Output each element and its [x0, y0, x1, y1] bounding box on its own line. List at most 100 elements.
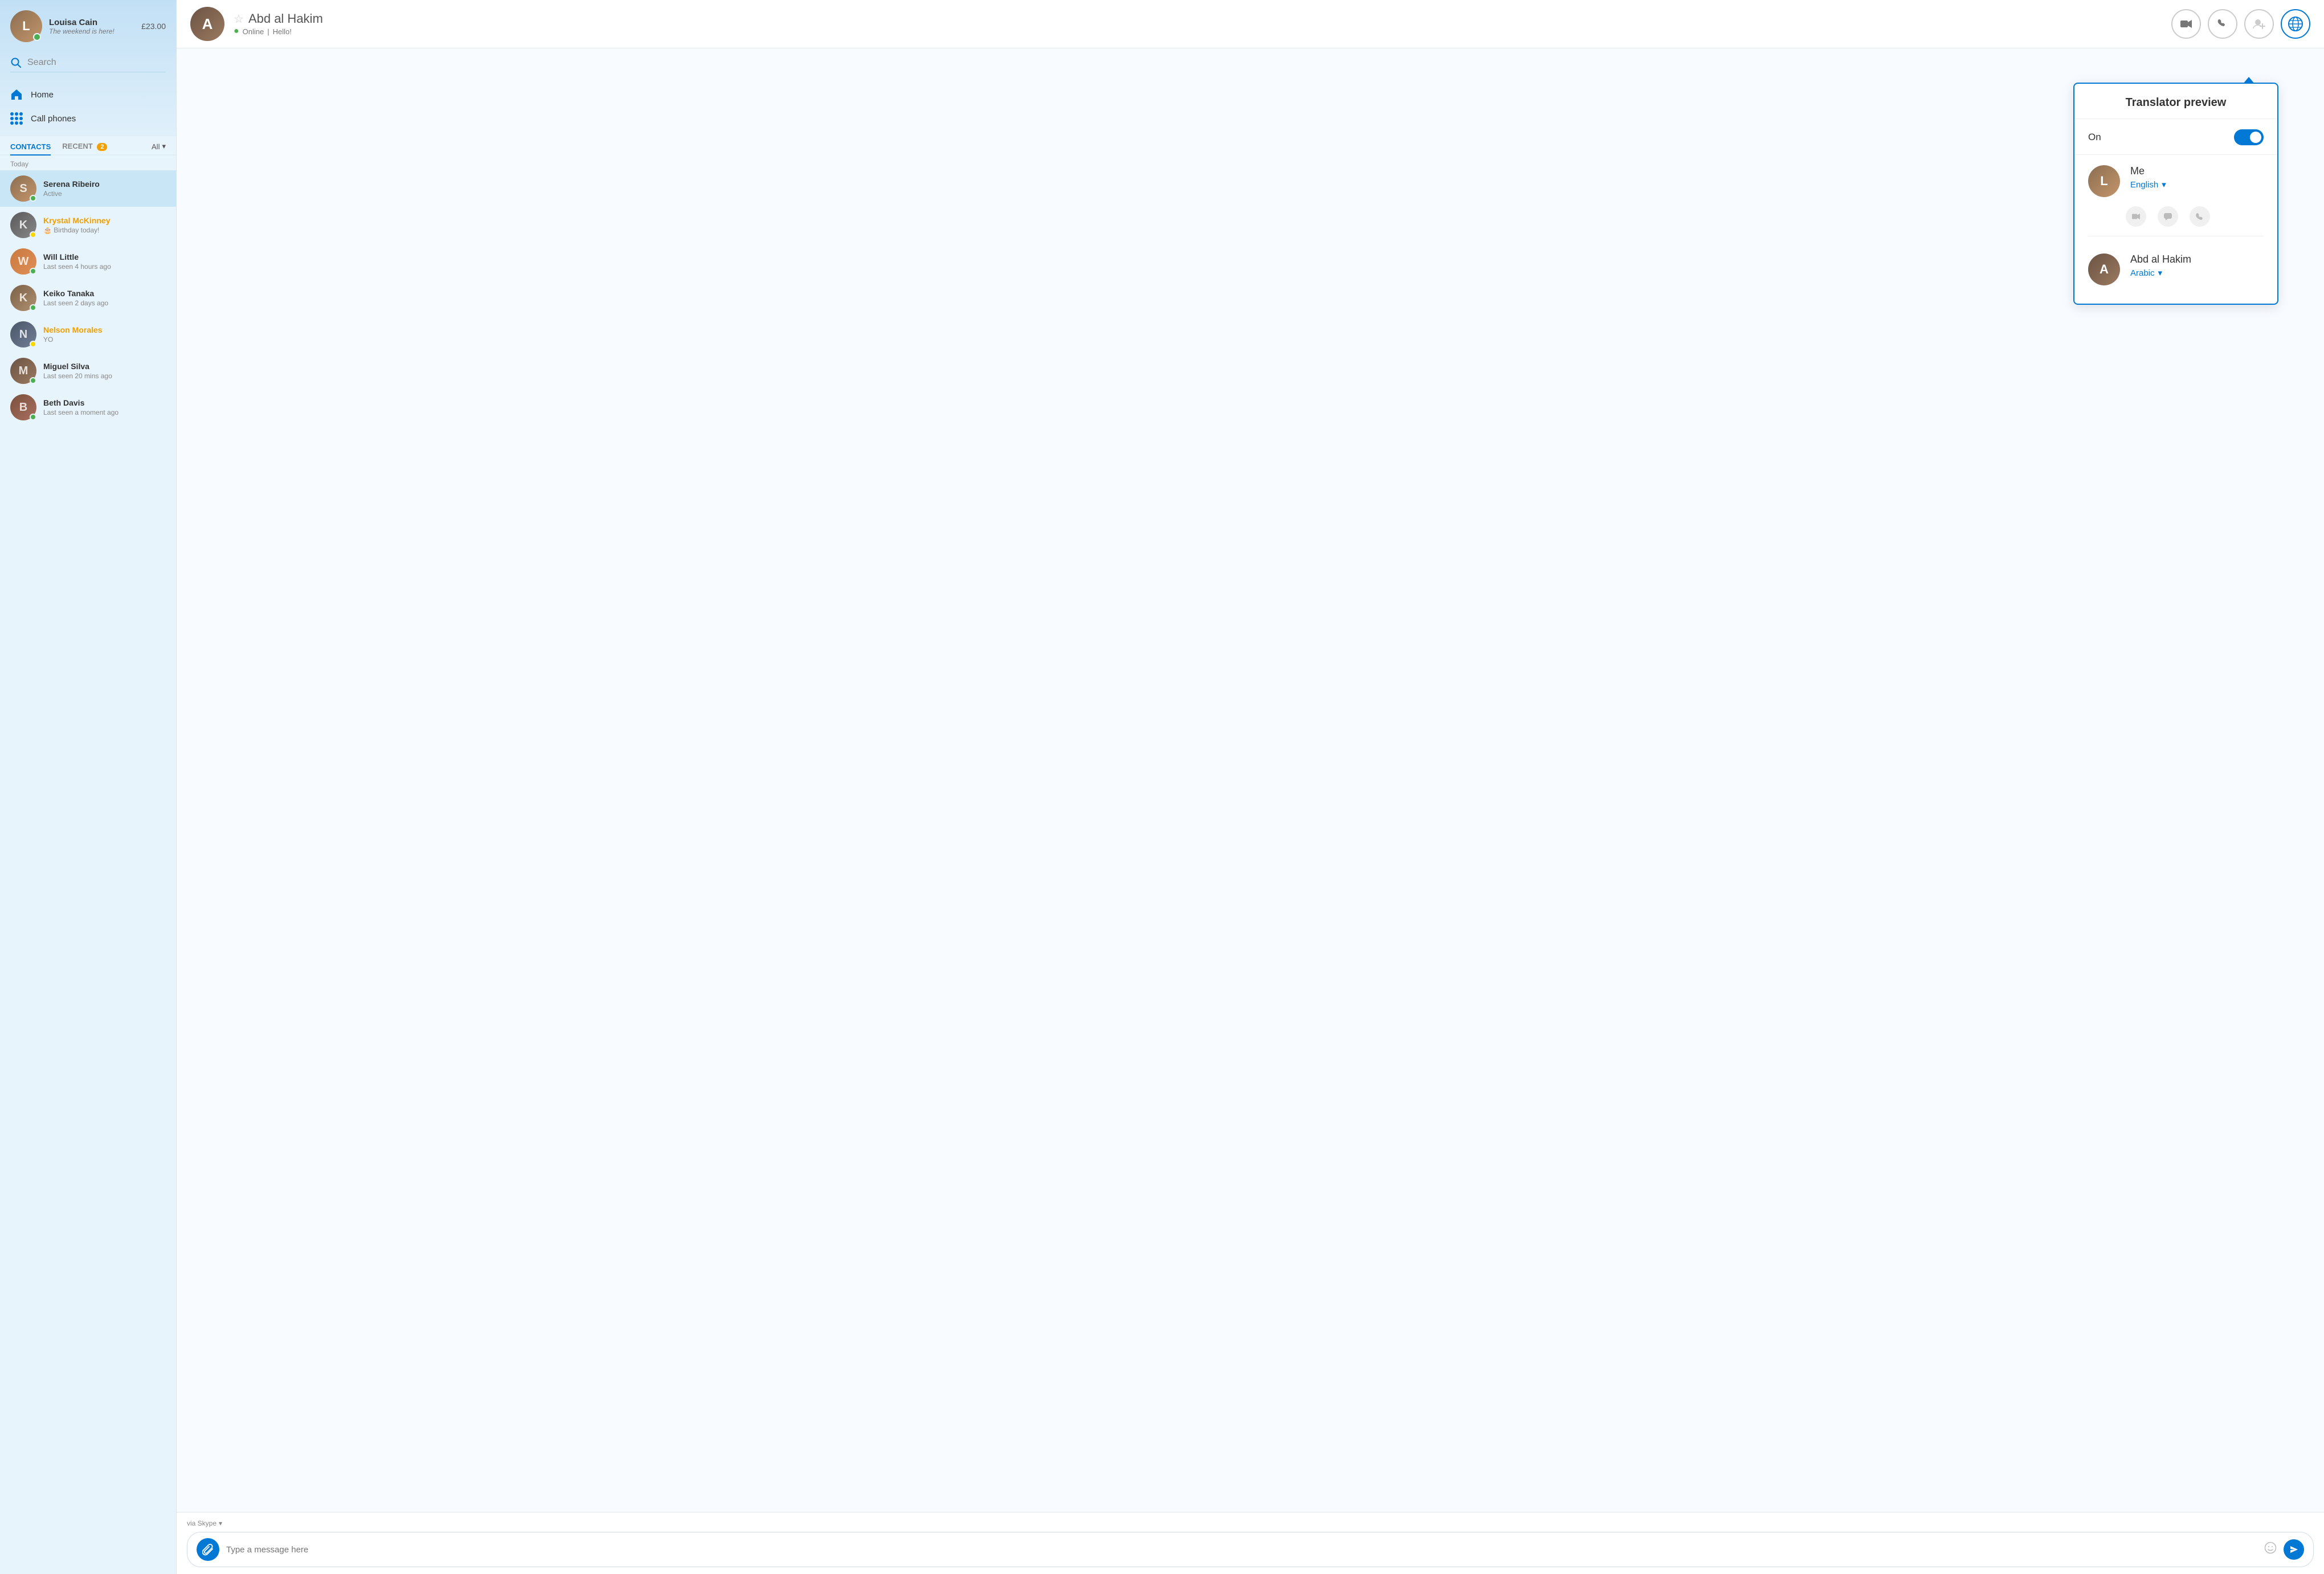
translator-contact-row: A Abd al Hakim Arabic ▾: [2074, 243, 2277, 290]
toggle-label: On: [2088, 132, 2101, 143]
contact-sub-nelson: YO: [43, 336, 166, 344]
translator-contact-info: Abd al Hakim Arabic ▾: [2130, 254, 2264, 278]
voice-call-button[interactable]: [2208, 9, 2237, 39]
contact-sub-krystal: 🎂 Birthday today!: [43, 226, 166, 234]
separator: |: [267, 27, 269, 36]
contact-name-will: Will Little: [43, 252, 166, 261]
via-skype-label: via Skype ▾: [187, 1519, 2314, 1527]
tab-contacts[interactable]: CONTACTS: [10, 139, 51, 156]
contact-info-will: Will Little Last seen 4 hours ago: [43, 252, 166, 271]
video-call-button[interactable]: [2171, 9, 2201, 39]
add-contact-button[interactable]: [2244, 9, 2274, 39]
home-label: Home: [31, 90, 54, 100]
chat-body: Translator preview On L Me English ▾: [177, 48, 2324, 1512]
phone-small-icon: [2196, 212, 2204, 220]
translator-chat-btn[interactable]: [2158, 206, 2178, 227]
contact-sub-keiko: Last seen 2 days ago: [43, 299, 166, 307]
send-button[interactable]: [2284, 1539, 2304, 1560]
user-status-dot: [33, 33, 41, 41]
contact-sub-will: Last seen 4 hours ago: [43, 263, 166, 271]
status-dot-miguel: [30, 377, 36, 384]
user-balance: £23.00: [141, 22, 166, 31]
translator-contact-avatar: A: [2088, 254, 2120, 285]
header-actions: [2171, 9, 2310, 39]
message-input[interactable]: [226, 1545, 2257, 1555]
contact-item-miguel[interactable]: M Miguel Silva Last seen 20 mins ago: [0, 353, 176, 389]
translator-me-name: Me: [2130, 165, 2264, 177]
sidebar-item-home[interactable]: Home: [0, 83, 176, 107]
emoji-icon: [2264, 1542, 2277, 1554]
translator-toggle-row: On: [2074, 119, 2277, 155]
sidebar-header: L Louisa Cain The weekend is here! £23.0…: [0, 0, 176, 136]
tab-recent[interactable]: RECENT 2: [62, 138, 107, 156]
contact-name-keiko: Keiko Tanaka: [43, 289, 166, 298]
search-label[interactable]: Search: [27, 58, 56, 68]
translator-me-avatar: L: [2088, 165, 2120, 197]
translator-me-lang-dropdown[interactable]: English ▾: [2130, 179, 2264, 190]
chat-contact-avatar: A: [190, 7, 224, 41]
chevron-down-icon-3: ▾: [219, 1519, 222, 1527]
section-today: Today: [0, 156, 176, 170]
add-person-icon: [2253, 18, 2265, 30]
contacts-tabs: CONTACTS RECENT 2 All ▾: [0, 136, 176, 156]
search-bar[interactable]: Search: [10, 51, 166, 72]
translator-video-btn[interactable]: [2126, 206, 2146, 227]
contact-item-krystal[interactable]: K Krystal McKinney 🎂 Birthday today!: [0, 207, 176, 243]
main-area: A ☆ Abd al Hakim ● Online | Hello!: [177, 0, 2324, 1574]
message-area: via Skype ▾: [177, 1512, 2324, 1574]
me-language-label: English: [2130, 180, 2158, 190]
grid-icon: [10, 112, 23, 125]
contact-item-beth[interactable]: B Beth Davis Last seen a moment ago: [0, 389, 176, 426]
contact-info-miguel: Miguel Silva Last seen 20 mins ago: [43, 362, 166, 380]
contact-info-serena: Serena Ribeiro Active: [43, 179, 166, 198]
chat-header-info: ☆ Abd al Hakim ● Online | Hello!: [234, 11, 2162, 36]
home-icon: [10, 88, 23, 101]
chevron-down-icon: ▾: [2162, 179, 2166, 190]
contact-name-krystal: Krystal McKinney: [43, 216, 166, 225]
video-icon: [2180, 19, 2192, 28]
status-dot-nelson: [30, 341, 36, 347]
translator-title: Translator preview: [2074, 84, 2277, 119]
contact-item-will[interactable]: W Will Little Last seen 4 hours ago: [0, 243, 176, 280]
sidebar: L Louisa Cain The weekend is here! £23.0…: [0, 0, 177, 1574]
message-input-row: [187, 1532, 2314, 1567]
contact-name-nelson: Nelson Morales: [43, 325, 166, 334]
globe-icon: [2288, 16, 2303, 32]
emoji-button[interactable]: [2264, 1542, 2277, 1557]
chat-contact-status: Online: [243, 27, 264, 36]
contact-info-keiko: Keiko Tanaka Last seen 2 days ago: [43, 289, 166, 307]
nav-items: Home Call phones: [0, 77, 176, 136]
contact-item-nelson[interactable]: N Nelson Morales YO: [0, 316, 176, 353]
birthday-icon: 🎂: [43, 226, 52, 234]
translator-call-btn[interactable]: [2190, 206, 2210, 227]
translator-button[interactable]: [2281, 9, 2310, 39]
chat-contact-name: Abd al Hakim: [248, 11, 323, 26]
contact-item-keiko[interactable]: K Keiko Tanaka Last seen 2 days ago: [0, 280, 176, 316]
all-filter[interactable]: All ▾: [152, 142, 166, 151]
translator-contact-name: Abd al Hakim: [2130, 254, 2264, 265]
phone-icon: [2217, 18, 2228, 30]
chevron-down-icon-2: ▾: [2158, 268, 2163, 278]
chat-contact-greeting: Hello!: [273, 27, 292, 36]
user-name: Louisa Cain: [49, 18, 134, 27]
contacts-list: Today S Serena Ribeiro Active K: [0, 156, 176, 1574]
contact-info-krystal: Krystal McKinney 🎂 Birthday today!: [43, 216, 166, 234]
online-dot-icon: ●: [234, 26, 239, 36]
attach-button[interactable]: [197, 1538, 219, 1561]
contact-sub-miguel: Last seen 20 mins ago: [43, 372, 166, 380]
sidebar-item-call-phones[interactable]: Call phones: [0, 107, 176, 130]
translator-me-info: Me English ▾: [2130, 165, 2264, 190]
chevron-down-icon: ▾: [162, 142, 166, 151]
status-dot-will: [30, 268, 36, 275]
contact-item-serena[interactable]: S Serena Ribeiro Active: [0, 170, 176, 207]
contact-name-beth: Beth Davis: [43, 398, 166, 407]
translator-contact-lang-dropdown[interactable]: Arabic ▾: [2130, 268, 2264, 278]
user-profile: L Louisa Cain The weekend is here! £23.0…: [10, 10, 166, 42]
call-phones-label: Call phones: [31, 114, 76, 124]
status-dot-beth: [30, 414, 36, 420]
user-avatar-wrapper: L: [10, 10, 42, 42]
attach-icon: [202, 1543, 214, 1556]
send-icon: [2289, 1545, 2298, 1554]
contact-language-label: Arabic: [2130, 268, 2155, 278]
translator-toggle-switch[interactable]: [2234, 129, 2264, 145]
